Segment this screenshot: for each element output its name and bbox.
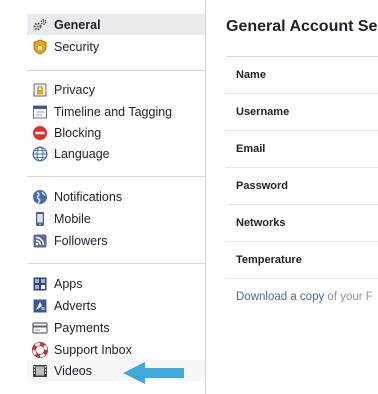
security-badge-icon — [32, 38, 48, 55]
settings-row-label: Name — [236, 69, 266, 81]
settings-row-label: Temperature — [236, 254, 302, 266]
film-strip-icon — [32, 363, 48, 379]
sidebar-item-language[interactable]: Language — [27, 143, 205, 164]
sidebar-item-general[interactable]: General — [27, 14, 205, 35]
privacy-lock-icon — [32, 82, 48, 98]
lifebuoy-icon — [32, 341, 48, 358]
sidebar-item-payments[interactable]: Payments — [27, 317, 205, 338]
gears-icon — [32, 17, 48, 33]
sidebar-item-privacy[interactable]: Privacy — [27, 79, 205, 100]
sidebar-item-support-inbox[interactable]: Support Inbox — [27, 339, 205, 360]
settings-row-name[interactable]: Name — [226, 57, 378, 94]
globe-icon — [32, 145, 48, 162]
sidebar-divider — [27, 263, 205, 264]
sidebar-item-label: Support Inbox — [54, 342, 132, 357]
mobile-phone-icon — [32, 211, 48, 227]
sidebar-item-label: Language — [54, 146, 110, 161]
settings-row-label: Networks — [236, 217, 286, 229]
sidebar-item-label: Adverts — [54, 298, 97, 313]
settings-row-label: Password — [236, 180, 288, 192]
adverts-icon — [32, 298, 48, 314]
rss-icon — [32, 233, 48, 249]
sidebar-item-label: Security — [54, 39, 100, 54]
sidebar-item-label: Blocking — [54, 125, 102, 140]
settings-row-username[interactable]: Username — [226, 94, 378, 131]
sidebar-border — [205, 0, 206, 394]
settings-sidebar: General Security Privacy Timeline and Ta… — [0, 0, 205, 394]
sidebar-item-label: Apps — [54, 276, 83, 291]
download-copy-link[interactable]: Download a copy — [236, 291, 324, 303]
apps-grid-icon — [32, 276, 48, 292]
sidebar-item-label: Mobile — [54, 211, 91, 226]
settings-row-label: Username — [236, 106, 290, 118]
sidebar-item-label: Videos — [54, 363, 92, 378]
download-copy-rest: of your F — [324, 291, 373, 303]
sidebar-item-adverts[interactable]: Adverts — [27, 295, 205, 316]
sidebar-divider — [27, 70, 205, 71]
blocking-icon — [32, 125, 48, 141]
settings-row-password[interactable]: Password — [226, 168, 378, 205]
download-copy-line: Download a copy of your F — [236, 291, 373, 303]
sidebar-item-label: Timeline and Tagging — [54, 104, 173, 119]
sidebar-item-notifications[interactable]: Notifications — [27, 186, 205, 207]
sidebar-item-timeline-and-tagging[interactable]: Timeline and Tagging — [27, 101, 205, 122]
sidebar-item-label: Notifications — [54, 189, 123, 204]
sidebar-item-apps[interactable]: Apps — [27, 273, 205, 294]
page-title: General Account Se — [226, 18, 378, 35]
arrow-left-icon — [123, 362, 185, 389]
sidebar-item-followers[interactable]: Followers — [27, 230, 205, 251]
sidebar-item-label: Followers — [54, 233, 108, 248]
sidebar-item-label: Payments — [54, 320, 110, 335]
sidebar-item-mobile[interactable]: Mobile — [27, 208, 205, 229]
settings-row-networks[interactable]: Networks — [226, 205, 378, 242]
sidebar-item-blocking[interactable]: Blocking — [27, 122, 205, 143]
notifications-globe-icon — [32, 189, 48, 205]
credit-card-icon — [32, 320, 48, 336]
settings-row-email[interactable]: Email — [226, 131, 378, 168]
sidebar-divider — [27, 176, 205, 177]
settings-row-temperature[interactable]: Temperature — [226, 242, 378, 279]
settings-row-label: Email — [236, 143, 266, 155]
sidebar-item-label: Privacy — [54, 82, 95, 97]
timeline-icon — [32, 104, 48, 120]
sidebar-item-label: General — [54, 17, 101, 32]
sidebar-item-security[interactable]: Security — [27, 36, 205, 57]
